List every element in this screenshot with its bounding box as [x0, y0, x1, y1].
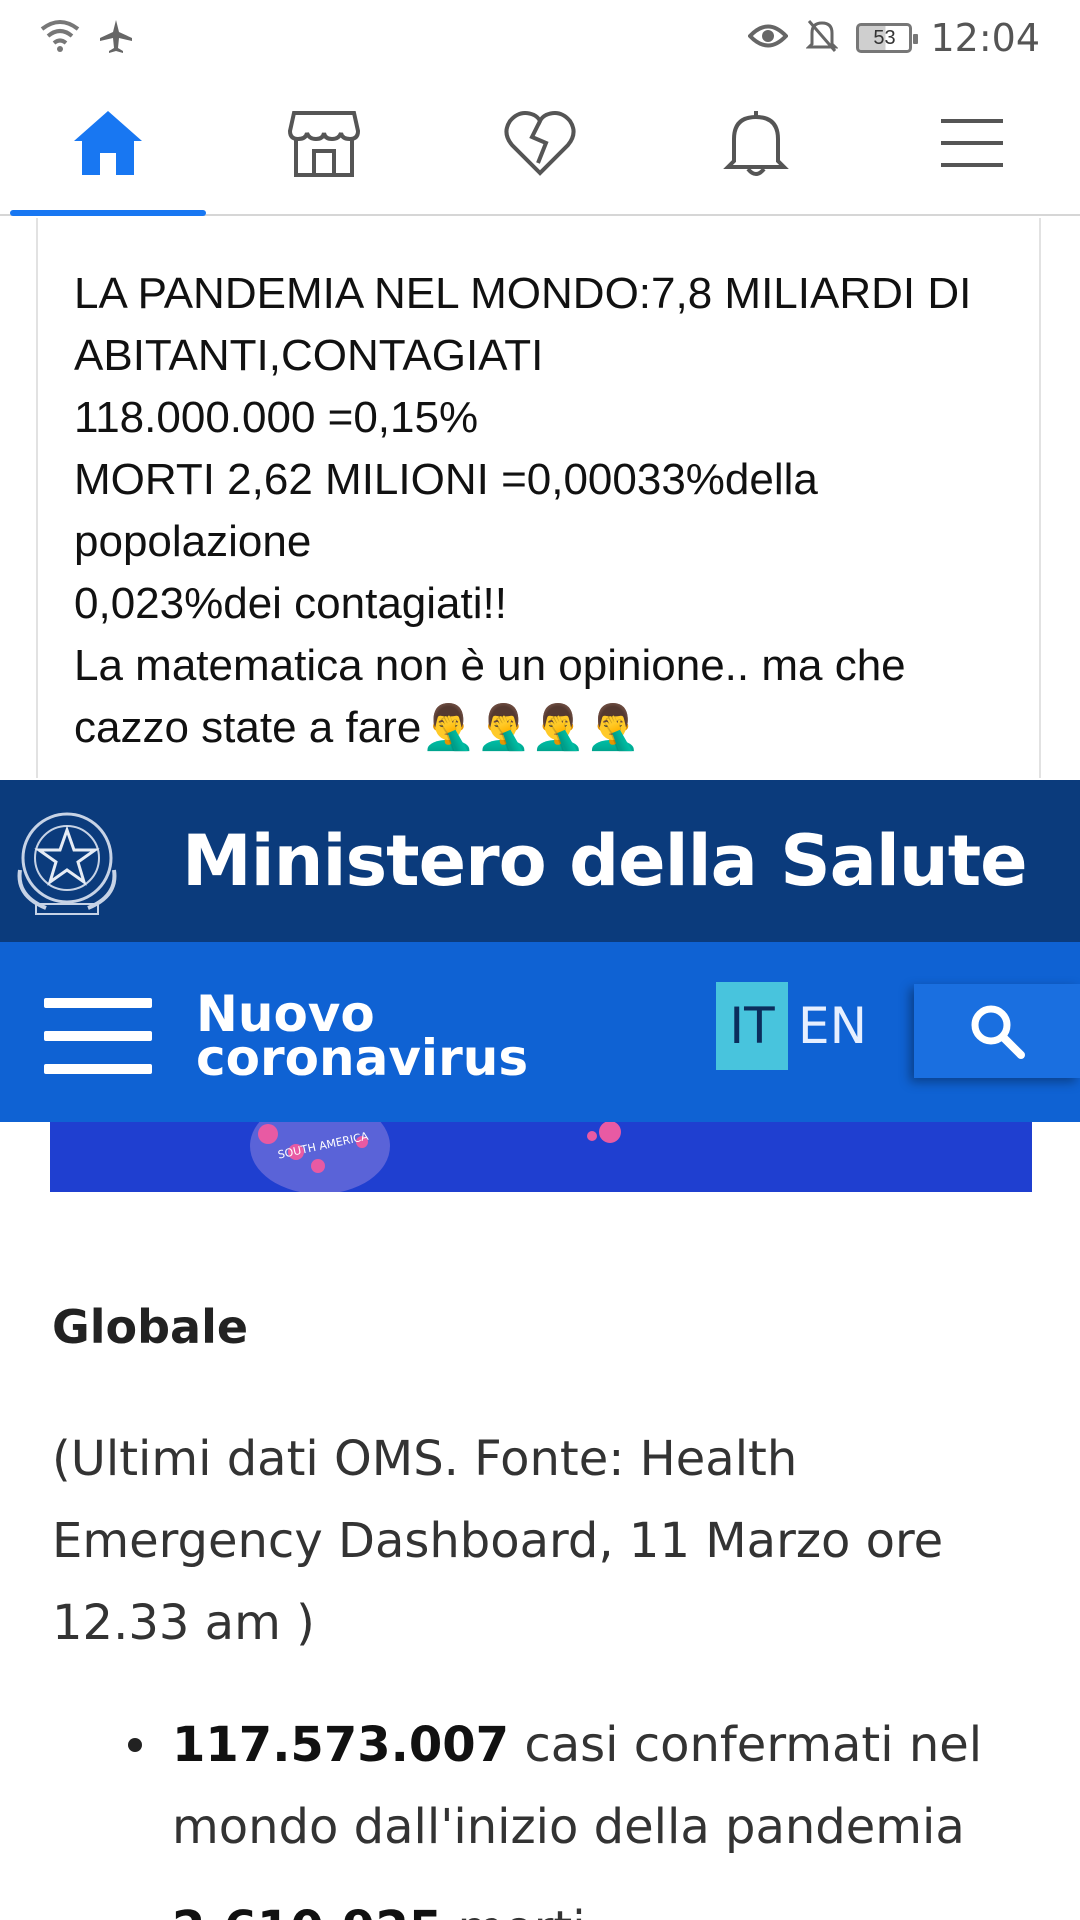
data-source: (Ultimi dati OMS. Fonte: Health Emergenc…	[52, 1431, 944, 1651]
airplane-icon	[98, 18, 134, 59]
section-title: Nuovo coronavirus	[196, 989, 529, 1087]
facepalm-emoji: 🤦‍♂️🤦‍♂️🤦‍♂️🤦‍♂️	[421, 703, 641, 752]
shared-image-subnav: Nuovo coronavirus IT EN	[0, 942, 1080, 1122]
battery-level: 53	[873, 26, 896, 49]
italy-emblem-icon	[6, 800, 128, 922]
section-heading: Globale	[52, 1300, 249, 1354]
post-text: LA PANDEMIA NEL MONDO:7,8 MILIARDI DI AB…	[74, 263, 1003, 759]
section-title-line2: coronavirus	[196, 1029, 529, 1087]
tab-home[interactable]	[0, 76, 216, 216]
menu-icon	[937, 113, 1007, 178]
heart-icon	[502, 107, 578, 184]
wifi-icon	[40, 19, 80, 58]
stats-list: 117.573.007 casi confermati nel mondo da…	[52, 1704, 1032, 1920]
map-banner: SOUTH AMERICA	[50, 1122, 1032, 1192]
battery-icon: 53	[856, 23, 919, 53]
store-icon	[286, 107, 362, 184]
lang-en: EN	[798, 997, 867, 1055]
hamburger-icon	[44, 998, 152, 1074]
clock: 12:04	[930, 16, 1040, 60]
eye-icon	[747, 21, 790, 56]
deaths-count: 2.610.925	[172, 1901, 442, 1920]
tab-notifications[interactable]	[648, 76, 864, 214]
post-body: LA PANDEMIA NEL MONDO:7,8 MILIARDI DI AB…	[74, 269, 972, 752]
list-item: 117.573.007 casi confermati nel mondo da…	[128, 1704, 1032, 1868]
status-bar: 53 12:04	[0, 0, 1080, 76]
top-nav	[0, 76, 1080, 216]
tab-marketplace[interactable]	[216, 76, 432, 214]
home-icon	[70, 107, 146, 184]
ministry-title: Ministero della Salute	[182, 820, 1028, 902]
bell-icon	[718, 107, 794, 184]
search-icon	[914, 984, 1080, 1078]
lang-it: IT	[716, 982, 788, 1070]
tab-dating[interactable]	[432, 76, 648, 214]
list-item: 2.610.925 morti	[172, 1888, 1032, 1920]
post-card: LA PANDEMIA NEL MONDO:7,8 MILIARDI DI AB…	[36, 218, 1041, 778]
deaths-label: morti	[442, 1901, 586, 1920]
bell-off-icon	[805, 18, 840, 59]
tab-menu[interactable]	[864, 76, 1080, 214]
cases-count: 117.573.007	[172, 1717, 510, 1773]
shared-image-header: Ministero della Salute	[0, 780, 1080, 942]
stats-content: Globale (Ultimi dati OMS. Fonte: Health …	[52, 1300, 1032, 1920]
